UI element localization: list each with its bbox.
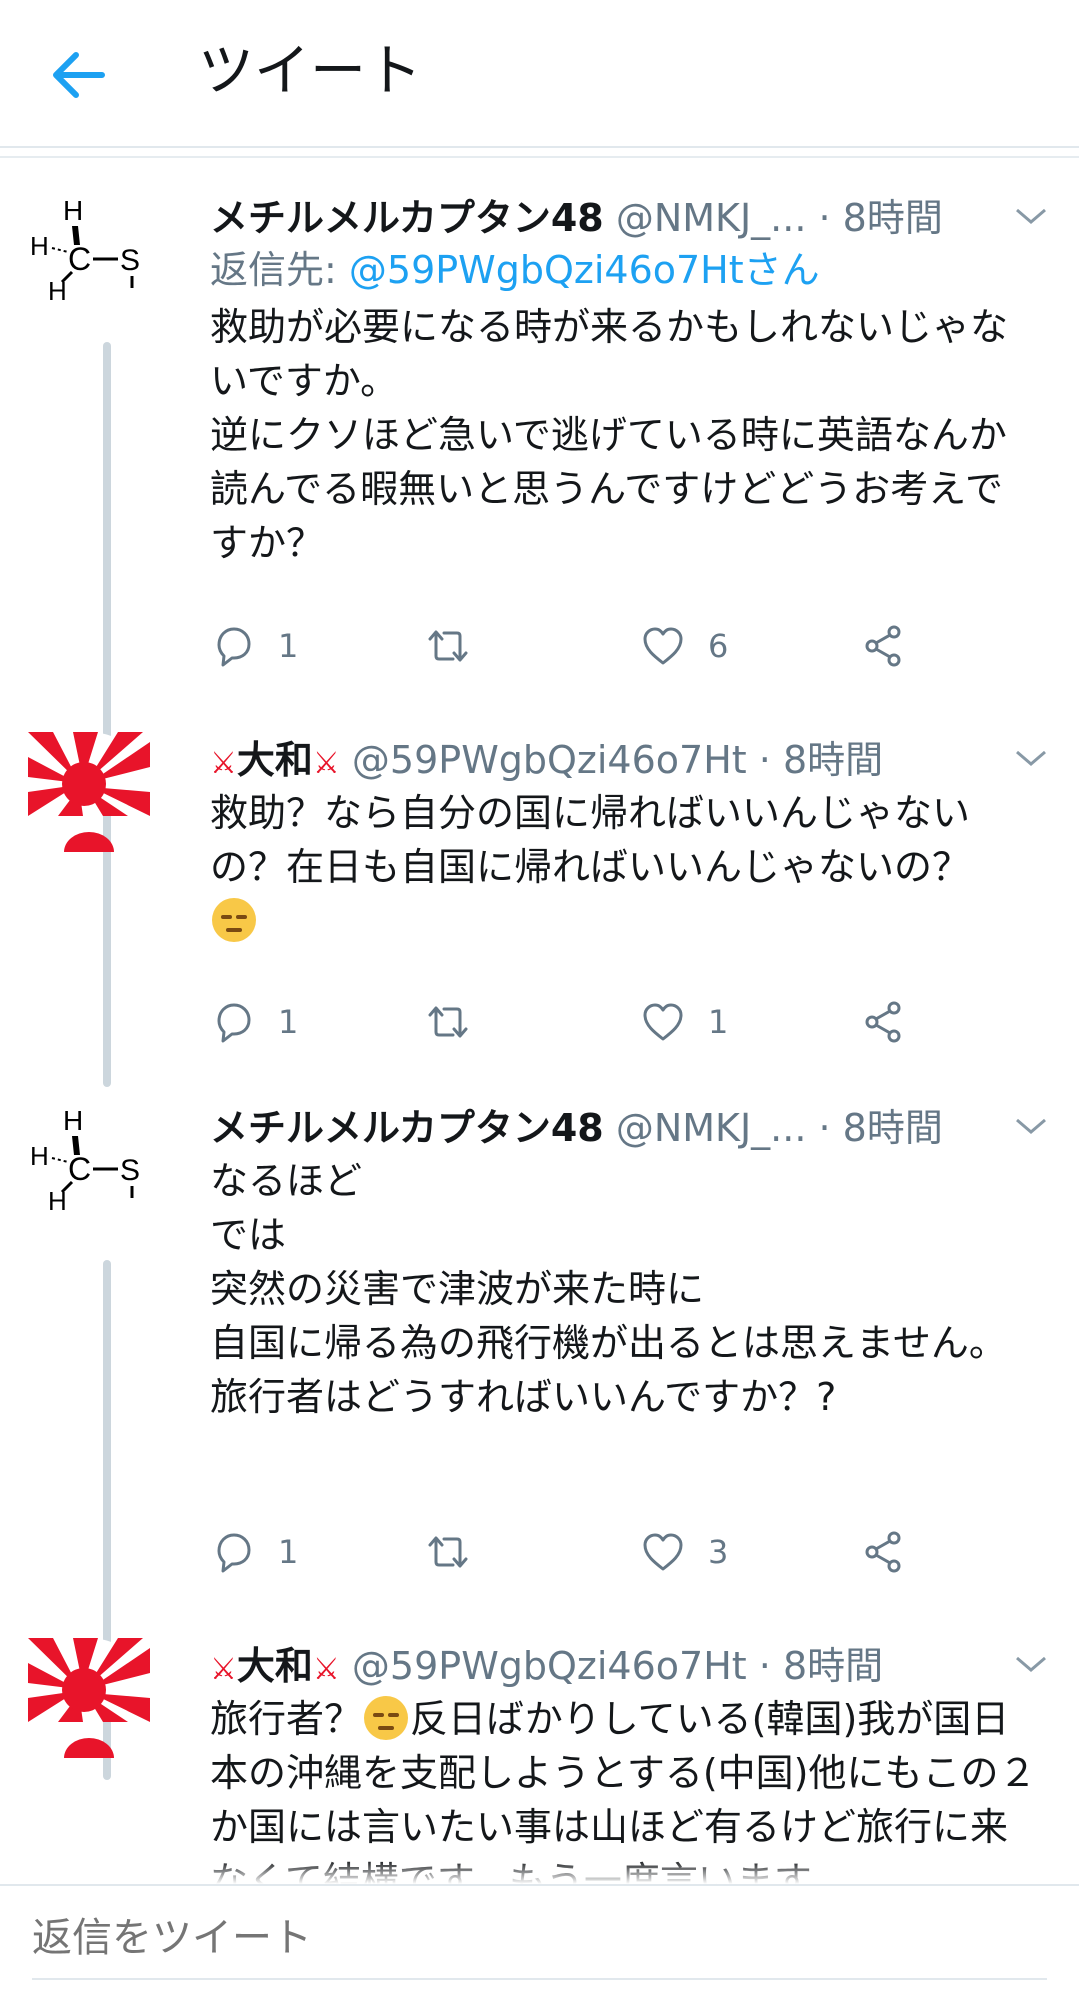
tweet[interactable]: メチルメルカプタン48 @NMKJ_... · 8時間 なるほど では 突然の災… xyxy=(0,1100,1079,1780)
reply-input[interactable] xyxy=(32,1908,1032,1968)
like-count: 3 xyxy=(708,1533,729,1571)
scroll-fade xyxy=(0,1860,1079,1884)
top-app-bar: ツイート xyxy=(0,0,1079,148)
unamused-face-icon xyxy=(364,1696,409,1740)
like-count: 6 xyxy=(708,627,729,665)
like-button[interactable]: 3 xyxy=(640,1524,728,1580)
reply-count: 1 xyxy=(278,1533,299,1571)
chevron-down-icon[interactable] xyxy=(1013,1652,1049,1676)
like-button[interactable]: 1 xyxy=(640,994,728,1050)
flag-emoji-icon: ⚔ xyxy=(312,746,340,781)
retweet-icon xyxy=(428,630,468,662)
avatar[interactable] xyxy=(28,1638,150,1768)
reply-bar xyxy=(0,1884,1079,2006)
tweet-text: 救助が必要になる時が来るかもしれないじゃないですか。 逆にクソほど急いで逃げてい… xyxy=(210,305,1009,565)
timestamp: · 8時間 xyxy=(758,738,884,782)
user-handle[interactable]: @NMKJ_... xyxy=(616,1106,807,1150)
page-title: ツイート xyxy=(198,39,422,104)
reply-button[interactable]: 1 xyxy=(210,994,298,1050)
retweet-button[interactable] xyxy=(425,1524,493,1580)
like-button[interactable]: 6 xyxy=(640,618,728,674)
display-name[interactable]: メチルメルカプタン48 xyxy=(210,1106,604,1150)
back-arrow-icon[interactable] xyxy=(44,40,114,110)
tweet-header: ⚔大和⚔ @59PWgbQzi46o7Ht · 8時間 xyxy=(210,1638,1039,1694)
retweet-button[interactable] xyxy=(425,994,493,1050)
tweet[interactable]: ⚔大和⚔ @59PWgbQzi46o7Ht · 8時間 救助？なら自分の国に帰れ… xyxy=(0,732,1079,1102)
like-count: 1 xyxy=(708,1003,729,1041)
user-handle[interactable]: @NMKJ_... xyxy=(616,196,807,240)
flag-emoji-icon: ⚔ xyxy=(312,1652,340,1687)
tweet[interactable]: ⚔大和⚔ @59PWgbQzi46o7Ht · 8時間 旅行者？ 反日ばかりしてい… xyxy=(0,1638,1079,1903)
tweet-text: 救助？なら自分の国に帰ればいいんじゃないの？在日も自国に帰ればいいんじゃないの？ xyxy=(210,786,1040,948)
unamused-face-icon xyxy=(212,898,256,942)
display-name[interactable]: メチルメルカプタン48 xyxy=(210,196,604,240)
timestamp: · 8時間 xyxy=(818,1106,943,1150)
timestamp: · 8時間 xyxy=(818,196,943,240)
reply-input-underline xyxy=(32,1978,1047,1980)
thread-line xyxy=(103,887,111,1087)
tweet-text: なるほど では 突然の災害で津波が来た時に 自国に帰る為の飛行機が出るとは思えま… xyxy=(210,1159,1007,1419)
reply-icon xyxy=(217,1003,251,1043)
heart-icon xyxy=(643,1533,683,1571)
retweet-icon xyxy=(428,1536,468,1568)
tweet-text-main: 救助？なら自分の国に帰ればいいんじゃないの？在日も自国に帰ればいいんじゃないの？ xyxy=(210,791,971,889)
reply-icon xyxy=(217,627,251,667)
user-handle[interactable]: @59PWgbQzi46o7Ht xyxy=(352,738,747,782)
tweet-header: ⚔大和⚔ @59PWgbQzi46o7Ht · 8時間 xyxy=(210,732,1039,788)
tweet-actions: 1 3 xyxy=(210,1524,1030,1580)
replying-to: 返信先: @59PWgbQzi46o7Htさん xyxy=(210,242,820,298)
tweet-actions: 1 1 xyxy=(210,994,1030,1050)
replying-to-link[interactable]: @59PWgbQzi46o7Htさん xyxy=(349,248,820,292)
display-name[interactable]: 大和 xyxy=(237,1644,313,1688)
reply-count: 1 xyxy=(278,627,299,665)
avatar[interactable] xyxy=(28,190,150,320)
reply-button[interactable]: 1 xyxy=(210,618,298,674)
user-handle[interactable]: @59PWgbQzi46o7Ht xyxy=(352,1644,747,1688)
heart-icon xyxy=(643,627,683,665)
display-name[interactable]: 大和 xyxy=(237,738,313,782)
share-button[interactable] xyxy=(860,1524,906,1580)
tweet[interactable]: メチルメルカプタン48 @NMKJ_... · 8時間 返信先: @59PWgb… xyxy=(0,190,1079,912)
reply-button[interactable]: 1 xyxy=(210,1524,298,1580)
flag-emoji-icon: ⚔ xyxy=(210,1652,237,1687)
flag-emoji-icon: ⚔ xyxy=(210,746,237,781)
reply-count: 1 xyxy=(278,1003,299,1041)
share-button[interactable] xyxy=(860,618,906,674)
header-divider xyxy=(0,156,1079,158)
share-icon xyxy=(865,1001,901,1043)
avatar[interactable] xyxy=(28,732,150,862)
share-button[interactable] xyxy=(860,994,906,1050)
tweet-header: メチルメルカプタン48 @NMKJ_... · 8時間 xyxy=(210,1100,1039,1156)
retweet-icon xyxy=(428,1006,468,1038)
chevron-down-icon[interactable] xyxy=(1013,746,1049,770)
chevron-down-icon[interactable] xyxy=(1013,204,1049,228)
tweet-header: メチルメルカプタン48 @NMKJ_... · 8時間 xyxy=(210,190,1039,246)
share-icon xyxy=(865,625,901,667)
chevron-down-icon[interactable] xyxy=(1013,1114,1049,1138)
heart-icon xyxy=(643,1003,683,1041)
tweet-actions: 1 6 xyxy=(210,618,1030,674)
tweet-text-part: 旅行者？ xyxy=(210,1697,363,1741)
share-icon xyxy=(865,1531,901,1573)
replying-to-label: 返信先: xyxy=(210,248,349,292)
reply-icon xyxy=(217,1533,251,1573)
retweet-button[interactable] xyxy=(425,618,493,674)
timestamp: · 8時間 xyxy=(758,1644,884,1688)
avatar[interactable] xyxy=(28,1100,150,1230)
